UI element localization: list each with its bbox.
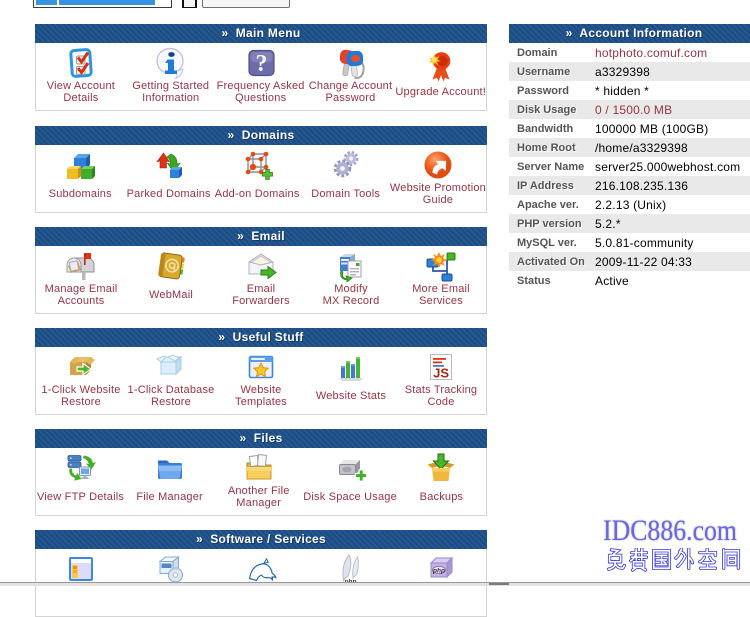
svg-text:?: ? bbox=[255, 51, 267, 77]
svg-text:JS: JS bbox=[433, 366, 449, 381]
svg-text:php: php bbox=[432, 568, 445, 575]
